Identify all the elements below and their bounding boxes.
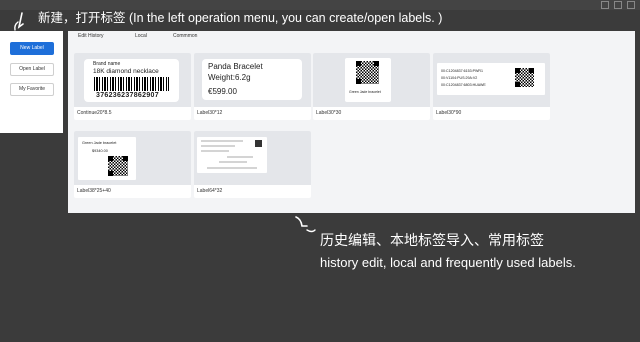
bottom-annotation-english: history edit, local and frequently used … (320, 255, 576, 270)
label-card[interactable]: Green Jade bracelet Label30*30 (313, 53, 430, 120)
label-card[interactable]: Brand name 18K diamond necklace 37623623… (74, 53, 191, 120)
new-label-button[interactable]: New Label (10, 42, 54, 55)
barcode-icon (94, 77, 169, 91)
label-text: $9340.00 (92, 149, 108, 153)
barcode-number: 376236237862907 (96, 92, 159, 99)
label-thumbnail: Green Jade bracelet $9340.00 (74, 131, 191, 185)
label-caption: Label30*30 (316, 110, 342, 116)
label-thumbnail: Brand name 18K diamond necklace 37623623… (74, 53, 191, 107)
qr-code-icon (356, 61, 379, 84)
maximize-icon[interactable] (614, 1, 622, 9)
handwritten-label-preview (201, 140, 262, 169)
label-text: 00:C1204837:6803:HUAWE (441, 83, 486, 87)
label-thumbnail (194, 131, 311, 185)
tab-common[interactable]: Commmon (173, 33, 197, 39)
label-text: 00:V1104:PUS:29A:V2 (441, 76, 478, 80)
label-preview: Panda Bracelet Weight:6.2g €599.00 (202, 59, 302, 100)
label-caption: Label30*90 (436, 110, 462, 116)
label-preview: Green Jade bracelet (345, 58, 391, 102)
left-operation-menu: New Label Open Label My Favorite (0, 31, 63, 133)
tab-local[interactable]: Local (135, 33, 147, 39)
qr-code-icon (108, 156, 128, 176)
label-preview (197, 137, 267, 173)
tab-bar: Edit History Local Commmon (68, 31, 635, 43)
label-thumbnail: 00:C1204837:6153:PWR1 00:V1104:PUS:29A:V… (433, 53, 550, 107)
close-icon[interactable] (627, 1, 635, 9)
cursor-click-icon (14, 12, 24, 31)
my-favorite-button[interactable]: My Favorite (10, 83, 54, 96)
cursor-click-icon (295, 216, 316, 233)
label-caption: Label64*32 (197, 188, 223, 194)
label-text: 00:C1204837:6153:PWR1 (441, 69, 483, 73)
label-card[interactable]: 00:C1204837:6153:PWR1 00:V1104:PUS:29A:V… (433, 53, 550, 120)
label-card[interactable]: Panda Bracelet Weight:6.2g €599.00 Label… (194, 53, 311, 120)
label-text: Brand name (93, 61, 121, 67)
label-thumbnail: Panda Bracelet Weight:6.2g €599.00 (194, 53, 311, 107)
qr-code-icon (515, 68, 534, 87)
tab-edit-history[interactable]: Edit History (78, 33, 104, 39)
label-text: Green Jade bracelet (349, 90, 381, 94)
minimize-icon[interactable] (601, 1, 609, 9)
label-card[interactable]: Green Jade bracelet $9340.00 Label38*25+… (74, 131, 191, 198)
label-text: Green Jade bracelet (82, 141, 117, 145)
label-text: €599.00 (208, 87, 237, 96)
label-caption: Continue20*8.5 (77, 110, 112, 116)
label-caption: Label30*12 (197, 110, 223, 116)
label-preview: Green Jade bracelet $9340.00 (78, 137, 136, 180)
open-label-button[interactable]: Open Label (10, 63, 54, 76)
top-annotation: 新建，打开标签 (In the left operation menu, you… (38, 11, 443, 25)
label-preview: Brand name 18K diamond necklace 37623623… (84, 59, 179, 102)
label-text: 18K diamond necklace (93, 68, 159, 75)
label-caption: Label38*25+40 (77, 188, 111, 194)
label-library-panel: Edit History Local Commmon Brand name 18… (68, 31, 635, 213)
label-preview: 00:C1204837:6153:PWR1 00:V1104:PUS:29A:V… (437, 63, 545, 95)
label-thumbnail: Green Jade bracelet (313, 53, 430, 107)
bottom-annotation-chinese: 历史编辑、本地标签导入、常用标签 (320, 232, 544, 248)
label-card[interactable]: Label64*32 (194, 131, 311, 198)
label-text: Weight:6.2g (208, 73, 251, 82)
label-text: Panda Bracelet (208, 62, 263, 71)
